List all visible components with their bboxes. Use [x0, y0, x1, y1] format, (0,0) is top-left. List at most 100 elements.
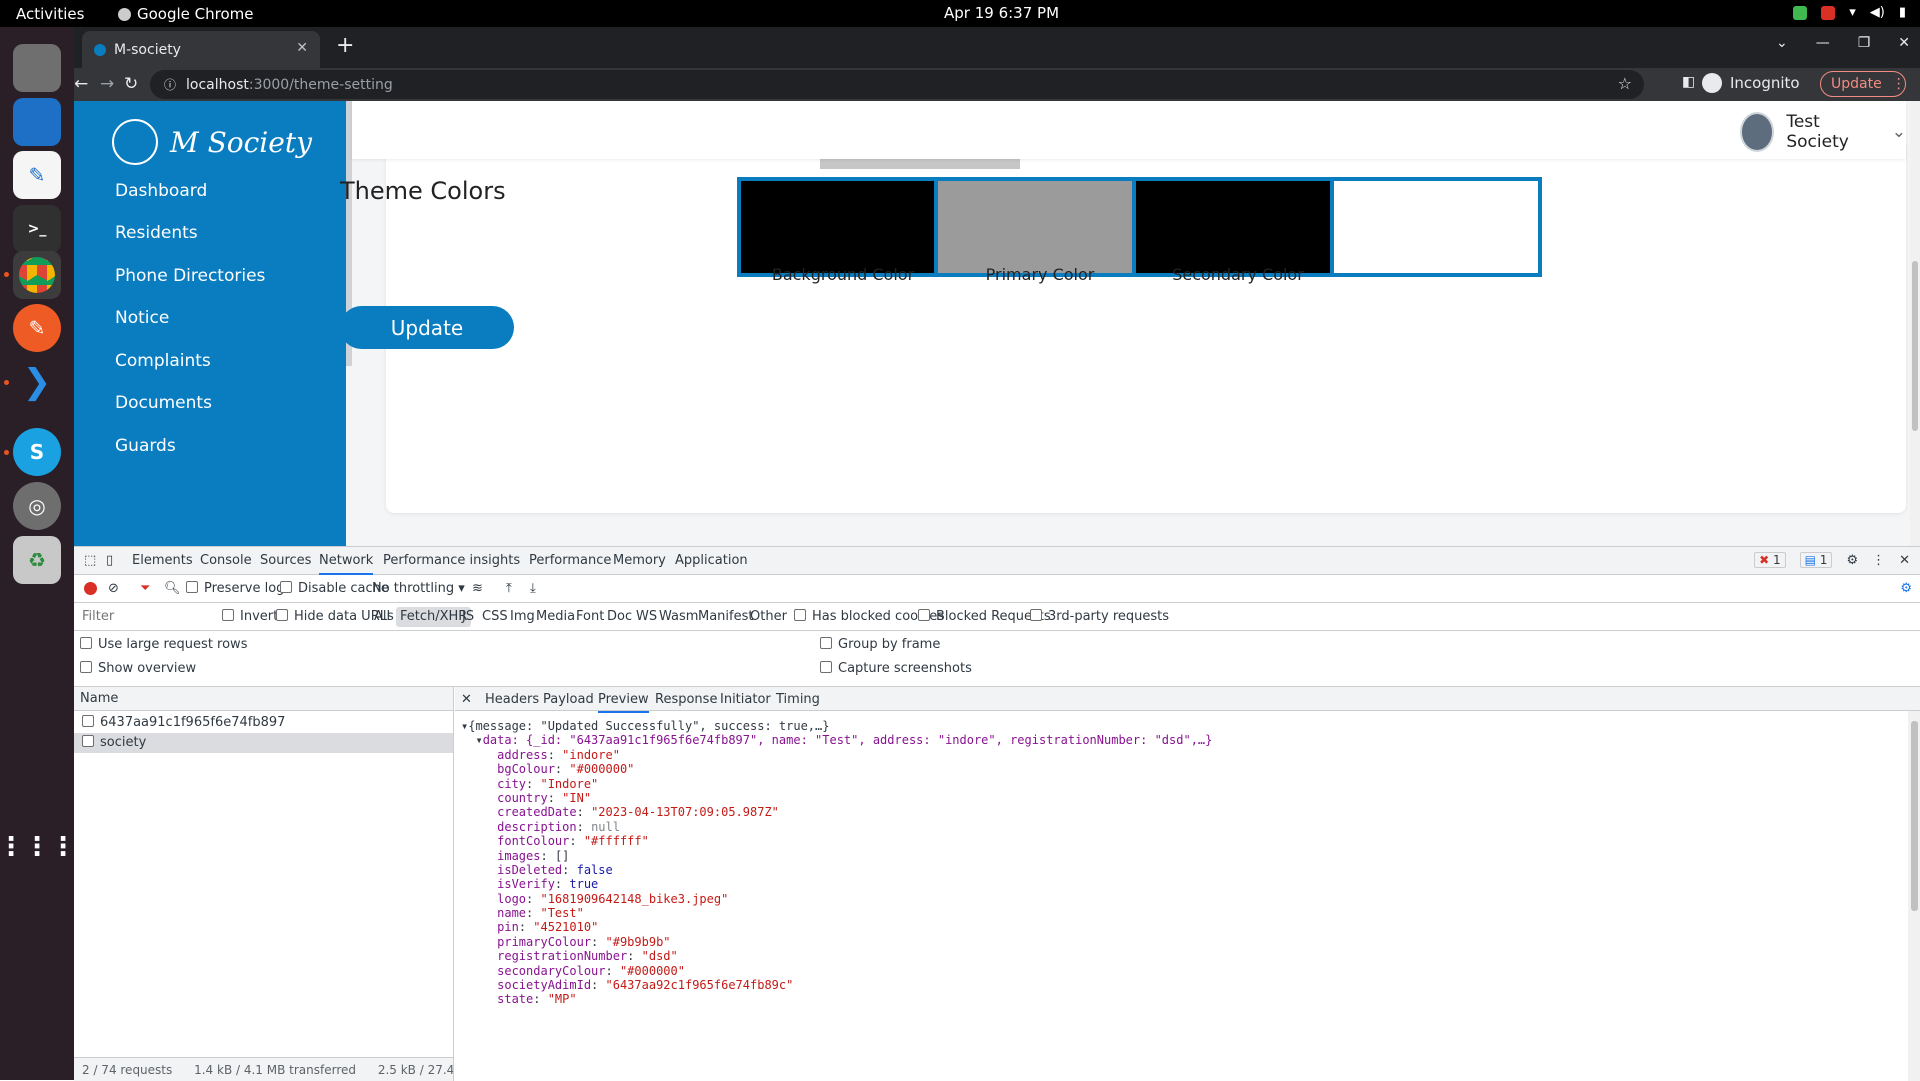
capture-screenshots-checkbox[interactable]: Capture screenshots — [820, 661, 972, 676]
large-rows-checkbox[interactable]: Use large request rows — [80, 637, 247, 652]
bookmark-star-icon[interactable]: ☆ — [1618, 74, 1632, 93]
type-filter-img[interactable]: Img — [510, 609, 535, 624]
update-theme-button[interactable]: Update — [340, 306, 514, 349]
background-color-swatch[interactable] — [737, 177, 949, 277]
message-badge[interactable]: ▤ 1 — [1799, 552, 1833, 568]
tab-timing[interactable]: Timing — [776, 692, 820, 707]
postman-icon[interactable]: ✎ — [13, 304, 61, 352]
export-har-icon[interactable]: ⤓ — [530, 581, 536, 596]
side-panel-icon[interactable]: ◧ — [1682, 74, 1695, 90]
tab-network[interactable]: Network — [319, 553, 374, 575]
clear-icon[interactable]: ⊘ — [108, 581, 119, 596]
preview-field[interactable]: isVerify: true — [461, 877, 1212, 891]
disk-icon[interactable]: ◎ — [13, 482, 61, 530]
secondary-color-swatch[interactable] — [1132, 177, 1344, 277]
tab-preview[interactable]: Preview — [598, 692, 649, 713]
type-filter-all[interactable]: All — [374, 609, 390, 624]
battery-icon[interactable]: ▮ — [1899, 5, 1906, 20]
close-window-icon[interactable]: ✕ — [1898, 35, 1910, 51]
error-badge[interactable]: ✖ 1 — [1754, 552, 1786, 568]
tab-search-icon[interactable]: ⌄ — [1776, 35, 1788, 51]
type-filter-other[interactable]: Other — [750, 609, 787, 624]
type-filter-css[interactable]: CSS — [482, 609, 508, 624]
tab-performance[interactable]: Performance — [529, 553, 611, 568]
type-filter-js[interactable]: JS — [462, 609, 474, 624]
sidebar-item-notice[interactable]: Notice — [115, 308, 169, 328]
network-settings-icon[interactable]: ⚙ — [1900, 581, 1912, 596]
preserve-log-checkbox[interactable]: Preserve log — [186, 581, 284, 596]
site-info-icon[interactable]: ⓘ — [164, 76, 176, 93]
preview-field[interactable]: fontColour: "#ffffff" — [461, 834, 1212, 848]
type-filter-doc[interactable]: Doc — [607, 609, 632, 624]
tab-sources[interactable]: Sources — [260, 553, 311, 568]
preview-field[interactable]: address: "indore" — [461, 748, 1212, 762]
tab-response[interactable]: Response — [655, 692, 717, 707]
user-menu[interactable]: Test Society ⌄ — [1740, 112, 1906, 152]
tab-performance-insights[interactable]: Performance insights — [383, 553, 520, 568]
sidebar-item-guards[interactable]: Guards — [115, 436, 176, 456]
skype-icon[interactable]: S — [13, 428, 61, 476]
preview-field[interactable]: isDeleted: false — [461, 863, 1212, 877]
preview-field[interactable]: pin: "4521010" — [461, 920, 1212, 934]
sidebar-item-dashboard[interactable]: Dashboard — [115, 181, 207, 201]
inspect-icon[interactable]: ⬚ — [84, 553, 96, 568]
clock[interactable]: Apr 19 6:37 PM — [944, 4, 1059, 22]
preview-field[interactable]: country: "IN" — [461, 791, 1212, 805]
sidebar-item-documents[interactable]: Documents — [115, 393, 212, 413]
type-filter-media[interactable]: Media — [536, 609, 575, 624]
preview-scrollbar-thumb[interactable] — [1911, 721, 1918, 911]
trash-icon[interactable]: ♻ — [13, 536, 61, 584]
minimize-icon[interactable]: — — [1816, 35, 1830, 51]
sidebar-item-phone-directories[interactable]: Phone Directories — [115, 266, 265, 286]
import-har-icon[interactable]: ⤒ — [506, 581, 512, 596]
tab-initiator[interactable]: Initiator — [720, 692, 771, 707]
preview-field[interactable]: bgColour: "#000000" — [461, 762, 1212, 776]
back-icon[interactable]: ← — [74, 74, 94, 94]
expand-arrow-icon[interactable]: ▾ — [475, 733, 482, 747]
tab-application[interactable]: Application — [675, 553, 748, 568]
brand-logo[interactable]: M Society — [112, 119, 312, 165]
preview-field[interactable]: state: "MP" — [461, 992, 1212, 1006]
tab-console[interactable]: Console — [200, 553, 252, 568]
preview-scrollbar[interactable] — [1908, 711, 1920, 1081]
preview-data-node[interactable]: ▾data: {_id: "6437aa91c1f965f6e74fb897",… — [461, 733, 1212, 747]
more-options-icon[interactable]: ⋮ — [1872, 553, 1885, 568]
incognito-indicator[interactable]: Incognito — [1702, 73, 1800, 93]
font-color-swatch[interactable] — [1330, 177, 1542, 277]
type-filter-font[interactable]: Font — [576, 609, 604, 624]
network-conditions-icon[interactable]: ≋ — [472, 581, 483, 596]
preview-field[interactable]: primaryColour: "#9b9b9b" — [461, 935, 1212, 949]
third-party-checkbox[interactable]: 3rd-party requests — [1030, 609, 1169, 624]
notes-icon[interactable]: ✎ — [13, 151, 61, 199]
activities-button[interactable]: Activities — [16, 5, 84, 23]
preview-field[interactable]: description: null — [461, 820, 1212, 834]
new-tab-button[interactable]: + — [336, 33, 354, 58]
settings-gear-icon[interactable]: ⚙ — [1846, 553, 1858, 568]
app-menu[interactable]: Google Chrome — [118, 5, 254, 23]
show-apps-icon[interactable]: ⋮⋮⋮ — [0, 823, 76, 871]
throttling-select[interactable]: No throttling ▾ — [372, 581, 465, 596]
page-scrollbar[interactable] — [1910, 101, 1920, 546]
browser-update-button[interactable]: Update ⋮ — [1820, 71, 1906, 97]
preview-field[interactable]: createdDate: "2023-04-13T07:09:05.987Z" — [461, 805, 1212, 819]
close-devtools-icon[interactable]: ✕ — [1899, 553, 1910, 568]
vscode-icon[interactable]: ❯ — [13, 358, 61, 406]
wifi-icon[interactable]: ▾ — [1849, 5, 1856, 20]
tab-headers[interactable]: Headers — [485, 692, 539, 707]
invert-checkbox[interactable]: Invert — [222, 609, 278, 624]
preview-summary[interactable]: ▾{message: "Updated Successfully", succe… — [461, 719, 1212, 733]
terminal-icon[interactable]: >_ — [13, 205, 61, 253]
volume-icon[interactable]: ◀) — [1870, 5, 1885, 20]
files-icon[interactable] — [13, 44, 61, 92]
type-filter-fetch-xhr[interactable]: Fetch/XHR — [396, 607, 472, 627]
preview-field[interactable]: societyAdimId: "6437aa92c1f965f6e74fb89c… — [461, 978, 1212, 992]
device-toolbar-icon[interactable]: ▯ — [106, 553, 113, 568]
tab-memory[interactable]: Memory — [613, 553, 666, 568]
browser-tab[interactable]: M-society ✕ — [82, 31, 320, 68]
page-scrollbar-thumb[interactable] — [1912, 261, 1918, 431]
system-tray[interactable]: ▾ ◀) ▮ — [1793, 5, 1906, 20]
reload-icon[interactable]: ↻ — [124, 74, 138, 94]
request-row[interactable]: society — [74, 733, 453, 753]
preview-field[interactable]: logo: "1681909642148_bike3.jpeg" — [461, 892, 1212, 906]
type-filter-wasm[interactable]: Wasm — [659, 609, 698, 624]
